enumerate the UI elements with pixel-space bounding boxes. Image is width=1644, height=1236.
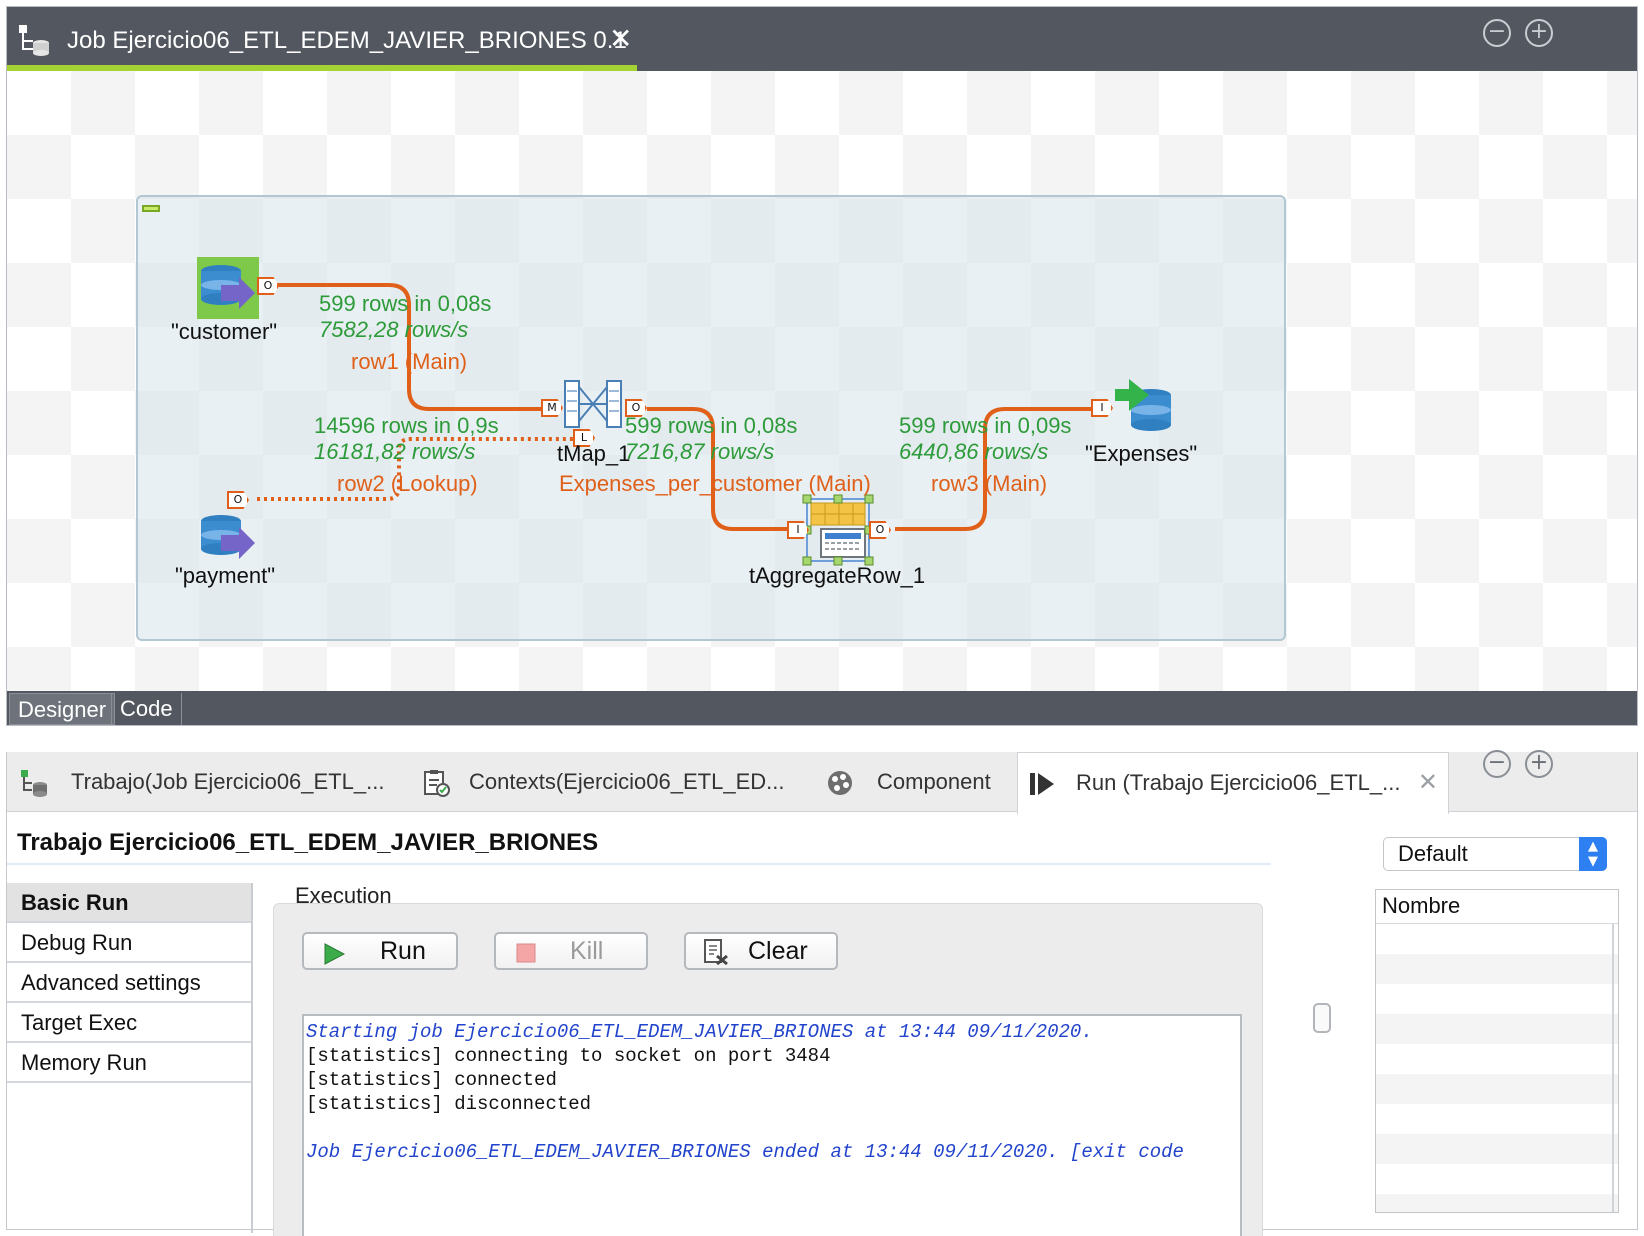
tmap-component-label[interactable]: tMap_1	[557, 441, 630, 467]
clear-icon	[704, 939, 728, 966]
run-button[interactable]: Run	[302, 932, 458, 970]
aggregate-component-label[interactable]: tAggregateRow_1	[749, 563, 925, 589]
console-line: [statistics] disconnected	[306, 1093, 592, 1115]
play-icon	[324, 943, 346, 965]
context-select[interactable]: Default ▲ ▼	[1383, 837, 1607, 871]
side-item-target-exec[interactable]: Target Exec	[7, 1003, 251, 1043]
job-tab[interactable]: Job Ejercicio06_ETL_EDEM_JAVIER_BRIONES …	[7, 7, 637, 71]
expenses-per-customer-rate-stat: 7216,87 rows/s	[625, 439, 775, 464]
context-select-value: Default	[1398, 841, 1468, 866]
tab-code[interactable]: Code	[111, 693, 182, 725]
designer-canvas[interactable]: O O M L O I O I "customer" "payment" tMa…	[7, 71, 1637, 691]
kill-button[interactable]: Kill	[494, 932, 648, 970]
expenses-db-icon	[1115, 379, 1171, 431]
row3-rate-stat: 6440,86 rows/s	[899, 439, 1049, 464]
side-item-advanced-settings[interactable]: Advanced settings	[7, 963, 251, 1003]
run-view: Trabajo(Job Ejercicio06_ETL_... Contexts…	[6, 750, 1638, 1236]
close-icon[interactable]: ✕	[609, 25, 632, 53]
side-item-memory-run[interactable]: Memory Run	[7, 1043, 251, 1083]
console-output[interactable]: Starting job Ejercicio06_ETL_EDEM_JAVIER…	[302, 1014, 1242, 1236]
console-line: Job Ejercicio06_ETL_EDEM_JAVIER_BRIONES …	[306, 1141, 1184, 1163]
job-tab-title: Job Ejercicio06_ETL_EDEM_JAVIER_BRIONES …	[67, 27, 627, 54]
execution-panel: Run Kill Clear Starting job Ejercicio06_…	[273, 903, 1263, 1236]
splitter-handle[interactable]	[1313, 1003, 1331, 1033]
aggregate-icon	[802, 494, 874, 566]
page-title: Trabajo Ejercicio06_ETL_EDEM_JAVIER_BRIO…	[17, 829, 599, 856]
tab-run-label: Run (Trabajo Ejercicio06_ETL_...	[1076, 770, 1401, 795]
row2-rows-stat: 14596 rows in 0,9s	[314, 413, 499, 438]
payment-db-icon	[201, 515, 255, 559]
minimize-icon[interactable]: −	[1483, 750, 1511, 778]
tab-run[interactable]: Run (Trabajo Ejercicio06_ETL_... ✕	[1017, 752, 1449, 814]
tab-job-label: Trabajo(Job Ejercicio06_ETL_...	[71, 769, 385, 794]
component-icon	[828, 771, 852, 795]
clear-button-label: Clear	[748, 937, 808, 965]
job-icon	[19, 25, 49, 56]
run-side-menu: Basic Run Debug Run Advanced settings Ta…	[7, 883, 253, 1233]
editor-tab-bar: Job Ejercicio06_ETL_EDEM_JAVIER_BRIONES …	[7, 7, 1637, 71]
customer-db-icon	[197, 257, 259, 319]
row1-connection-label[interactable]: row1 (Main)	[351, 349, 467, 375]
stop-icon	[516, 943, 536, 963]
payment-component-label[interactable]: "payment"	[175, 563, 275, 589]
run-icon	[1030, 773, 1054, 795]
tab-job[interactable]: Trabajo(Job Ejercicio06_ETL_...	[15, 752, 415, 812]
tab-component-label: Component	[877, 769, 991, 794]
job-editor: Job Ejercicio06_ETL_EDEM_JAVIER_BRIONES …	[6, 6, 1638, 726]
row1-rate-stat: 7582,28 rows/s	[319, 317, 469, 342]
table-header-nombre[interactable]: Nombre	[1376, 890, 1618, 924]
maximize-icon[interactable]: +	[1525, 750, 1553, 778]
side-item-basic-run[interactable]: Basic Run	[7, 883, 251, 923]
expenses-per-customer-rows-stat: 599 rows in 0,08s	[625, 413, 798, 438]
tab-contexts-label: Contexts(Ejercicio06_ETL_ED...	[469, 769, 785, 794]
view-tab-bar: Trabajo(Job Ejercicio06_ETL_... Contexts…	[7, 750, 1637, 814]
tab-contexts[interactable]: Contexts(Ejercicio06_ETL_ED...	[417, 752, 817, 812]
editor-bottom-tabs: Designer Code	[7, 691, 1637, 725]
console-line: [statistics] connected	[306, 1069, 557, 1091]
maximize-icon[interactable]: +	[1525, 19, 1553, 47]
tab-component[interactable]: Component	[821, 752, 1021, 812]
minimize-icon[interactable]: −	[1483, 19, 1511, 47]
tmap-icon	[564, 380, 622, 428]
kill-button-label: Kill	[570, 937, 604, 965]
row2-rate-stat: 16181,82 rows/s	[314, 439, 476, 464]
expenses-per-customer-connection-label[interactable]: Expenses_per_customer (Main)	[559, 471, 871, 497]
row2-connection-label[interactable]: row2 (Lookup)	[337, 471, 478, 497]
flow-connections	[197, 257, 1171, 566]
customer-component-label[interactable]: "customer"	[171, 319, 277, 345]
console-line: Starting job Ejercicio06_ETL_EDEM_JAVIER…	[306, 1021, 1093, 1043]
job-icon	[21, 770, 47, 797]
chevron-updown-icon: ▲ ▼	[1579, 837, 1607, 871]
contexts-icon	[424, 770, 450, 797]
row3-rows-stat: 599 rows in 0,09s	[899, 413, 1072, 438]
context-variables-table[interactable]: Nombre	[1375, 889, 1619, 1213]
expenses-component-label[interactable]: "Expenses"	[1085, 441, 1197, 467]
table-scrollbar[interactable]	[1612, 924, 1614, 1212]
row3-connection-label[interactable]: row3 (Main)	[931, 471, 1047, 497]
console-line: [statistics] connecting to socket on por…	[306, 1045, 831, 1067]
close-icon[interactable]: ✕	[1418, 753, 1438, 813]
run-button-label: Run	[380, 937, 426, 965]
tab-designer[interactable]: Designer	[9, 693, 116, 725]
title-divider	[7, 863, 1271, 865]
side-item-debug-run[interactable]: Debug Run	[7, 923, 251, 963]
clear-button[interactable]: Clear	[684, 932, 838, 970]
row1-rows-stat: 599 rows in 0,08s	[319, 291, 492, 316]
